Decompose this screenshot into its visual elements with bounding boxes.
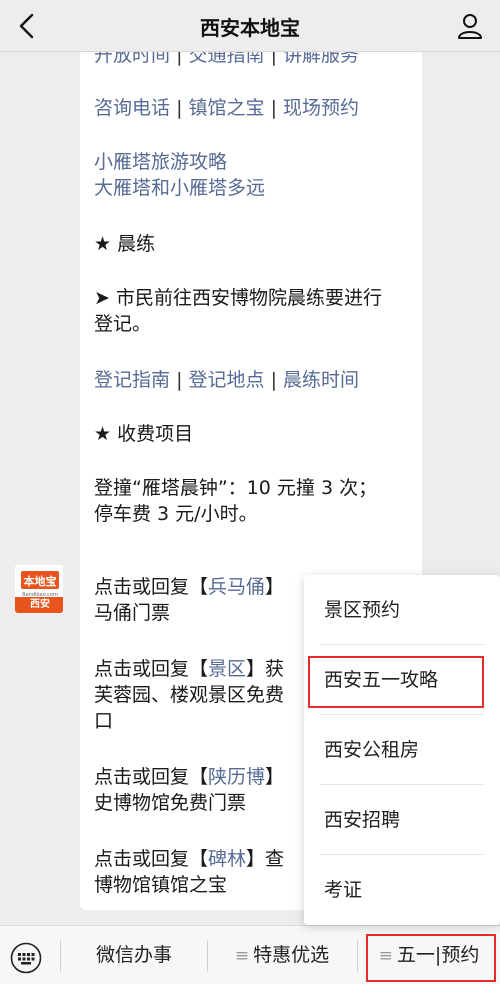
keyword-jingqu[interactable]: 景区 [208,658,246,680]
highlight-box [366,934,496,982]
separator: | [270,369,277,391]
link-row: 登记指南 | 登记地点 | 晨练时间 [94,367,359,393]
menu-item-scenic-booking[interactable]: 景区预约 [304,575,500,645]
link-guide-service[interactable]: 讲解服务 [283,52,359,66]
reply-line: 点击或回复【碑林】查 [94,846,284,872]
reply-line: 点击或回复【景区】获 [94,656,284,682]
separator: | [176,52,183,66]
section-fee: ★ 收费项目 [94,423,194,445]
reply-line: 口 [94,710,114,732]
link-row: 咨询电话 | 镇馆之宝 | 现场预约 [94,95,359,121]
keyword-beilin[interactable]: 碑林 [208,848,246,870]
divider [60,940,61,972]
reply-suffix: 】 [265,576,285,598]
message-bubble: 开放时间 | 交通指南 | 讲解服务 咨询电话 | 镇馆之宝 | 现场预约 小雁… [80,52,422,598]
fee-text-line1: 登撞“雁塔晨钟”：10 元撞 3 次； [94,477,378,499]
brand-text: 本地宝 [24,574,57,588]
top-nav-bar: 西安本地宝 [0,0,500,52]
link-traffic-guide[interactable]: 交通指南 [189,52,265,66]
reply-line: 点击或回复【兵马俑】 [94,574,284,600]
reply-line: 芙蓉园、楼观景区免费 [94,684,285,706]
reply-suffix: 】查 [246,848,285,870]
submenu-popup: 景区预约 西安五一攻略 西安公租房 西安招聘 考证 [304,575,500,925]
link-onsite-booking[interactable]: 现场预约 [283,97,359,119]
avatar[interactable]: 本地宝 Bendibao.com 西安 [14,564,64,614]
reply-prefix: 点击或回复【 [94,766,209,788]
fee-text-line2: 停车费 3 元/小时。 [94,503,258,525]
reply-suffix: 】获 [246,658,285,680]
morning-text-line1: ➤ 市民前往西安博物院晨练要进行 [94,287,382,309]
highlight-box [308,656,484,708]
reply-line: 马俑门票 [94,602,171,624]
link-xiaoyanta-guide[interactable]: 小雁塔旅游攻略 [94,149,227,175]
keyword-bingmayong[interactable]: 兵马俑 [208,576,265,598]
menu-item-public-housing[interactable]: 西安公租房 [304,715,500,785]
link-phone[interactable]: 咨询电话 [94,97,170,119]
reply-suffix: 】 [265,766,285,788]
reply-line: 博物馆镇馆之宝 [94,874,228,896]
page-title: 西安本地宝 [200,16,300,40]
reply-line: 点击或回复【陕历博】 [94,764,284,790]
separator: | [270,52,277,66]
separator: | [176,369,183,391]
link-register-guide[interactable]: 登记指南 [94,369,170,391]
menu-item-certification[interactable]: 考证 [304,855,500,925]
link-treasure[interactable]: 镇馆之宝 [189,97,265,119]
brand-logo: 本地宝 Bendibao.com [15,565,63,599]
menu-lines-icon: ≡ [234,946,250,966]
keyword-shanlibo[interactable]: 陕历博 [208,766,265,788]
link-register-place[interactable]: 登记地点 [189,369,265,391]
reply-prefix: 点击或回复【 [94,848,209,870]
morning-text-line2: 登记。 [94,313,152,335]
tab-wechat-services[interactable]: 微信办事 [62,926,206,984]
city-text: 西安 [30,599,50,610]
link-distance[interactable]: 大雁塔和小雁塔多远 [94,175,265,201]
reply-line: 史博物馆免费门票 [94,792,247,814]
link-row-partial: 开放时间 | 交通指南 | 讲解服务 [94,52,359,68]
tab-label: 特惠优选 [253,944,330,966]
reply-prefix: 点击或回复【 [94,576,209,598]
link-morning-time[interactable]: 晨练时间 [283,369,359,391]
keyboard-icon[interactable] [10,942,42,974]
section-morning: ★ 晨练 [94,233,156,255]
tab-special-offers[interactable]: ≡ 特惠优选 [208,926,356,984]
menu-item-jobs[interactable]: 西安招聘 [304,785,500,855]
user-icon[interactable] [456,12,484,40]
reply-prefix: 点击或回复【 [94,658,209,680]
separator: | [270,97,277,119]
link-open-hours[interactable]: 开放时间 [94,52,170,66]
separator: | [176,97,183,119]
city-label: 西安 [15,597,63,613]
